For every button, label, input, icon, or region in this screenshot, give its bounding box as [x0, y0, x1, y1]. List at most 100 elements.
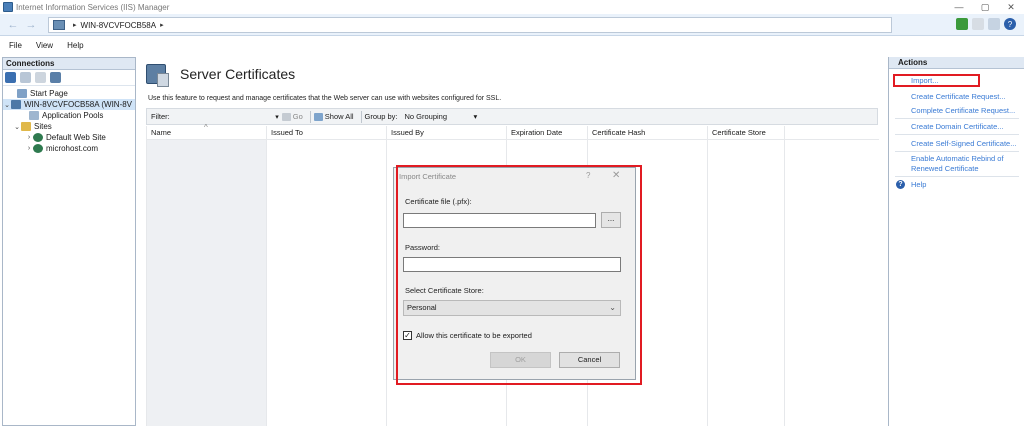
disconnect-icon[interactable]	[50, 72, 61, 83]
breadcrumb-separator-icon[interactable]: ▸	[160, 21, 164, 29]
tree-item-label: Default Web Site	[46, 133, 106, 142]
connections-tree: Start Page ⌄ WIN-8VCVFOCB58A (WIN-8V App…	[3, 86, 135, 154]
filter-bar: Filter: ▾ Go Show All Group by: No Group…	[146, 108, 878, 125]
tree-item-sites[interactable]: ⌄ Sites	[3, 121, 135, 132]
mail-icon[interactable]	[972, 18, 984, 30]
chevron-down-icon: ▾	[473, 112, 478, 121]
column-header-certificate-hash[interactable]: Certificate Hash	[588, 128, 645, 137]
filter-input[interactable]: ▾	[173, 110, 282, 123]
dialog-highlight-box	[396, 165, 642, 385]
import-highlight-box	[893, 74, 980, 87]
column-header-issued-to[interactable]: Issued To	[267, 128, 303, 137]
action-divider	[895, 151, 1019, 152]
tree-expander-icon[interactable]: ⌄	[13, 123, 21, 131]
globe-icon	[33, 144, 43, 153]
menu-file[interactable]: File	[9, 41, 22, 50]
column-name[interactable]: Name ^	[147, 123, 267, 426]
window-title: Internet Information Services (IIS) Mana…	[16, 2, 170, 12]
window-controls: — ▢ ✕	[946, 0, 1024, 14]
tree-item-label: WIN-8VCVFOCB58A (WIN-8V	[24, 100, 133, 109]
chevron-down-icon[interactable]: ▾	[275, 113, 279, 121]
minimize-button[interactable]: —	[946, 0, 972, 14]
action-auto-rebind-line1[interactable]: Enable Automatic Rebind of	[911, 154, 1004, 164]
save-icon[interactable]	[988, 18, 1000, 30]
action-create-domain-certificate[interactable]: Create Domain Certificate...	[911, 122, 1004, 132]
back-arrow-icon[interactable]: ←	[4, 17, 22, 33]
page-header: Server Certificates	[146, 64, 296, 87]
toolbar-divider	[309, 110, 311, 123]
tree-item-server[interactable]: ⌄ WIN-8VCVFOCB58A (WIN-8V	[3, 99, 135, 110]
action-divider	[895, 134, 1019, 135]
server-certificates-icon	[146, 64, 169, 87]
window-titlebar: Internet Information Services (IIS) Mana…	[0, 0, 1024, 14]
connections-pane: Connections Start Page ⌄ WIN-8VCVFOCB58A…	[2, 57, 136, 426]
tree-item-label: Start Page	[30, 89, 68, 98]
show-all-button[interactable]: Show All	[313, 112, 354, 121]
group-by-value: No Grouping	[404, 112, 448, 121]
go-button[interactable]: Go	[281, 112, 303, 121]
address-bar: ← → ▸ WIN-8VCVFOCB58A ▸ ?	[0, 14, 1024, 36]
toolbar-divider	[360, 110, 362, 123]
tree-item-label: Application Pools	[42, 111, 104, 120]
tree-expander-icon[interactable]: ›	[25, 145, 33, 152]
tree-item-microhost[interactable]: › microhost.com	[3, 143, 135, 154]
breadcrumb[interactable]: ▸ WIN-8VCVFOCB58A ▸	[48, 17, 892, 33]
column-certificate-store[interactable]: Certificate Store	[708, 126, 785, 426]
tree-item-start-page[interactable]: Start Page	[3, 88, 135, 99]
menu-view[interactable]: View	[36, 41, 53, 50]
tree-item-label: Sites	[34, 122, 52, 131]
maximize-button[interactable]: ▢	[972, 0, 998, 14]
menu-help[interactable]: Help	[67, 41, 83, 50]
close-button[interactable]: ✕	[998, 0, 1024, 14]
breadcrumb-separator-icon[interactable]: ▸	[73, 21, 77, 29]
address-tools: ?	[956, 18, 1016, 30]
tree-item-application-pools[interactable]: Application Pools	[3, 110, 135, 121]
page-title: Server Certificates	[180, 66, 296, 82]
connections-header: Connections	[3, 58, 135, 70]
column-issued-to[interactable]: Issued To	[267, 126, 387, 426]
actions-header: Actions	[889, 57, 1024, 69]
show-all-icon	[313, 112, 323, 121]
funnel-icon	[281, 112, 291, 121]
tree-item-default-web-site[interactable]: › Default Web Site	[3, 132, 135, 143]
server-icon	[11, 100, 21, 109]
show-all-label: Show All	[324, 112, 354, 121]
column-header-certificate-store[interactable]: Certificate Store	[708, 128, 766, 137]
action-divider	[895, 118, 1019, 119]
sort-caret-icon: ^	[204, 123, 208, 132]
column-header-issued-by[interactable]: Issued By	[387, 128, 424, 137]
save-connections-icon[interactable]	[20, 72, 31, 83]
column-header-expiration-date[interactable]: Expiration Date	[507, 128, 562, 137]
tree-expander-icon[interactable]: ⌄	[3, 101, 11, 109]
action-auto-rebind-line2[interactable]: Renewed Certificate	[911, 164, 979, 174]
application-pools-icon	[29, 111, 39, 120]
column-header-name[interactable]: Name	[147, 128, 171, 137]
action-divider	[895, 176, 1019, 177]
action-complete-certificate-request[interactable]: Complete Certificate Request...	[911, 106, 1015, 116]
connections-toolbar	[3, 70, 135, 86]
help-icon[interactable]: ?	[1004, 18, 1016, 30]
actions-pane: Actions Import... Create Certificate Req…	[888, 57, 1024, 426]
tree-item-label: microhost.com	[46, 144, 99, 153]
start-page-icon	[17, 89, 27, 98]
help-icon[interactable]: ?	[896, 180, 905, 189]
go-label: Go	[292, 112, 303, 121]
sites-folder-icon	[21, 122, 31, 131]
connect-icon[interactable]	[956, 18, 968, 30]
group-by-select[interactable]: No Grouping ▾	[401, 112, 477, 121]
group-by-label: Group by:	[364, 112, 398, 121]
menu-bar: File View Help	[0, 37, 1024, 53]
breadcrumb-server[interactable]: WIN-8VCVFOCB58A	[81, 21, 157, 30]
action-create-self-signed[interactable]: Create Self-Signed Certificate...	[911, 139, 1016, 149]
iis-app-icon	[3, 2, 13, 12]
up-level-icon[interactable]	[35, 72, 46, 83]
forward-arrow-icon[interactable]: →	[22, 17, 40, 33]
action-help[interactable]: Help	[911, 180, 926, 190]
action-create-certificate-request[interactable]: Create Certificate Request...	[911, 92, 1006, 102]
filter-label: Filter:	[151, 112, 170, 121]
page-description: Use this feature to request and manage c…	[148, 95, 502, 102]
globe-icon	[33, 133, 43, 142]
tree-expander-icon[interactable]: ›	[25, 134, 33, 141]
server-icon	[53, 20, 65, 30]
connect-globe-icon[interactable]	[5, 72, 16, 83]
